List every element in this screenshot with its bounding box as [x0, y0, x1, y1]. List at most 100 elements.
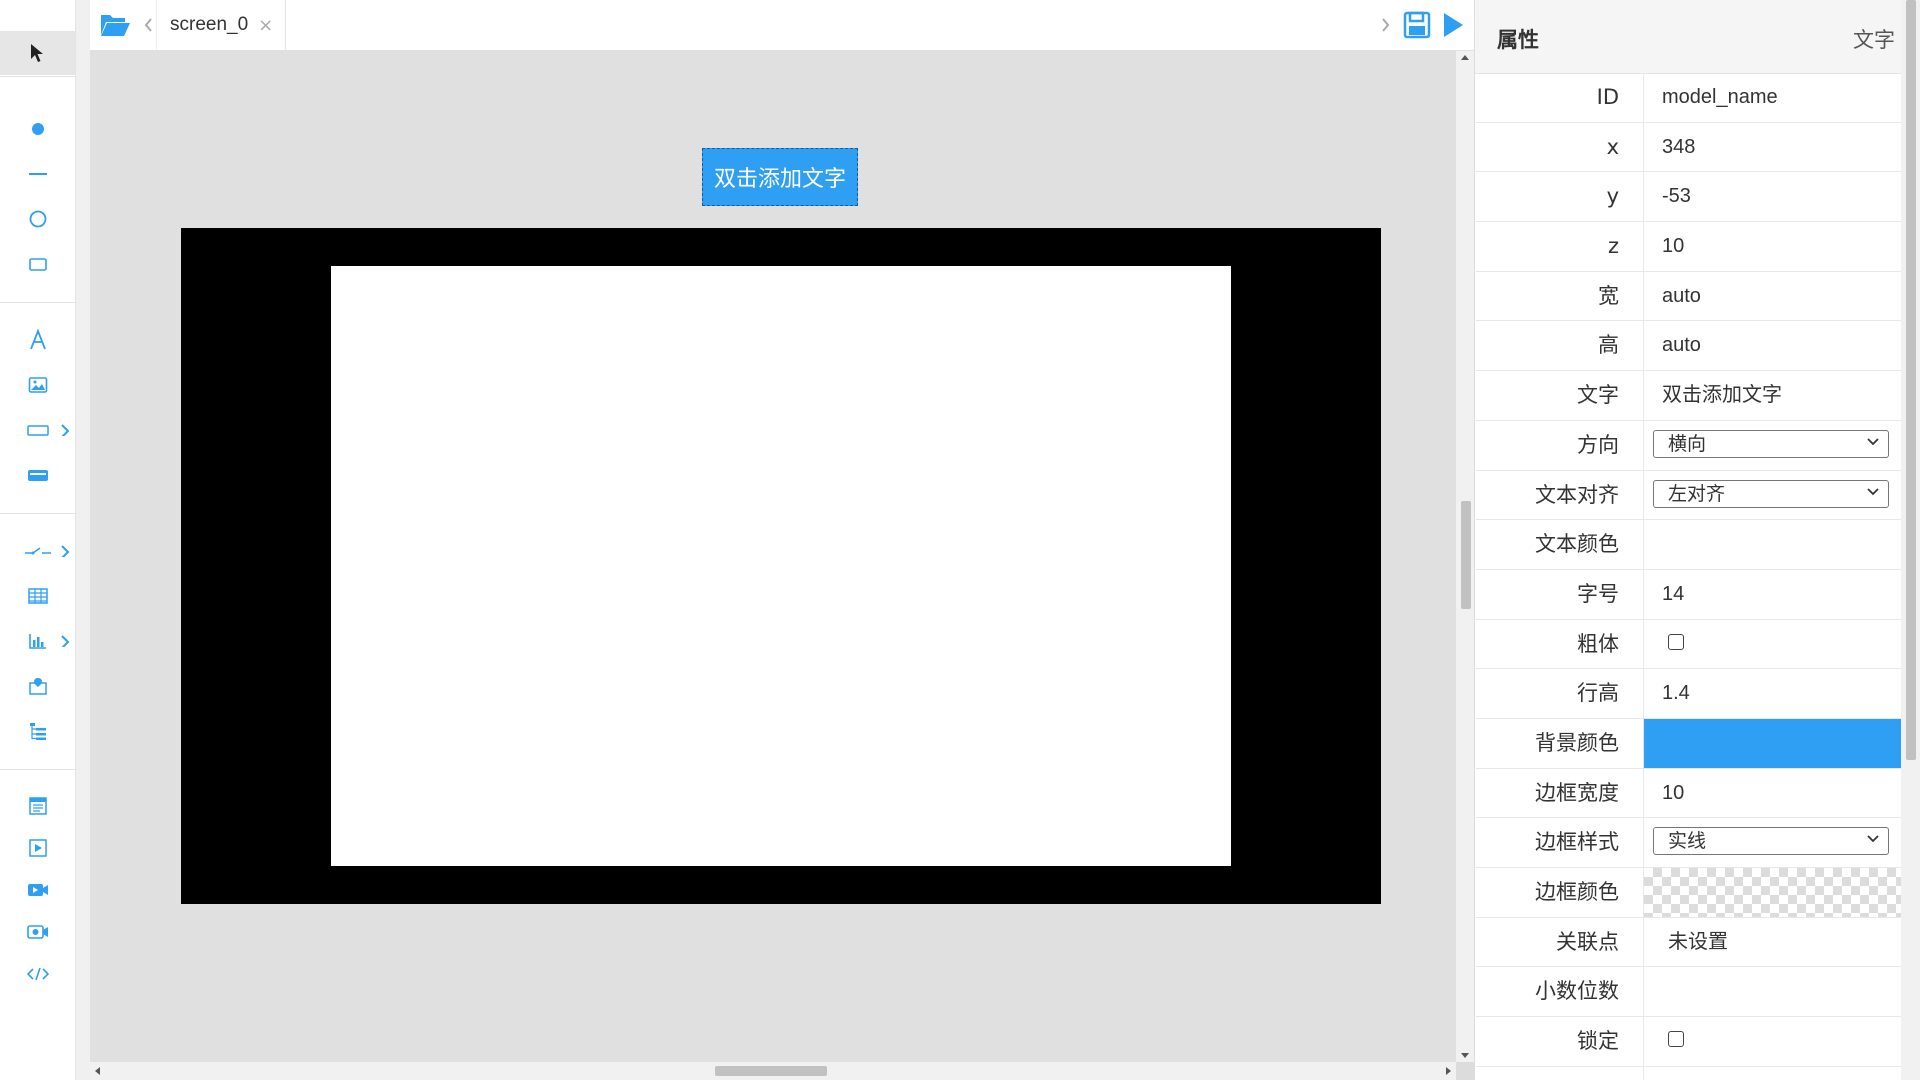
prop-bold-cell: [1644, 620, 1901, 669]
link-point-value[interactable]: 未设置: [1644, 918, 1901, 967]
prop-label: 隐藏: [1476, 1066, 1644, 1080]
screen-frame[interactable]: [181, 228, 1381, 904]
prop-row-bg-color: 背景颜色: [1476, 718, 1901, 769]
save-button[interactable]: [1400, 8, 1434, 42]
chevron-left-icon: [144, 18, 152, 32]
chevron-right-icon[interactable]: [60, 635, 70, 647]
scroll-up-arrow[interactable]: [1461, 55, 1469, 60]
prop-direction-cell: 横向: [1644, 421, 1901, 470]
prop-label: 背景颜色: [1476, 718, 1644, 768]
button-tool[interactable]: [0, 453, 75, 497]
image-tool[interactable]: [0, 363, 75, 407]
play-icon: [1444, 13, 1463, 37]
input-icon: [26, 425, 49, 436]
prop-row-width: 宽 auto: [1476, 271, 1901, 322]
prop-x-input[interactable]: 348: [1644, 123, 1901, 172]
prop-label: 边框宽度: [1476, 768, 1644, 818]
lock-checkbox[interactable]: [1668, 1031, 1684, 1048]
video-tool[interactable]: [0, 868, 75, 912]
close-icon[interactable]: ×: [258, 15, 273, 36]
scroll-down-arrow[interactable]: [1461, 1053, 1469, 1058]
prop-label: 边框样式: [1476, 818, 1644, 867]
chevron-down-icon: [1867, 487, 1879, 495]
chevron-down-icon: [1867, 835, 1879, 843]
text-align-select-value: 左对齐: [1668, 482, 1726, 505]
chevron-right-icon[interactable]: [60, 545, 70, 557]
run-button[interactable]: [1436, 8, 1470, 42]
prop-label: 文本对齐: [1476, 470, 1644, 520]
prop-id-input[interactable]: model_name: [1644, 73, 1901, 122]
scrollbar-thumb[interactable]: [1906, 0, 1916, 760]
prop-label: 锁定: [1476, 1017, 1644, 1066]
prop-row-bold: 粗体: [1476, 619, 1901, 670]
bold-checkbox[interactable]: [1668, 633, 1684, 650]
map-tool[interactable]: [0, 664, 75, 708]
tab-screen-0[interactable]: screen_0 ×: [158, 0, 287, 50]
canvas-vertical-scrollbar[interactable]: [1456, 51, 1474, 1062]
chevron-right-icon: [1382, 18, 1390, 32]
prop-lock-cell: [1644, 1017, 1901, 1066]
panel-header: 属性 文字: [1475, 0, 1901, 74]
prop-height-input[interactable]: auto: [1644, 321, 1901, 370]
prop-label: 边框颜色: [1476, 868, 1644, 917]
button-icon: [27, 470, 48, 481]
prop-decimals-input[interactable]: [1644, 967, 1901, 1016]
line-tool[interactable]: [0, 152, 75, 196]
camera-tool[interactable]: [0, 910, 75, 954]
chevron-right-icon[interactable]: [60, 424, 70, 436]
media-tool[interactable]: [0, 826, 75, 870]
tree-list-icon: [29, 723, 46, 740]
prop-label: 粗体: [1476, 619, 1644, 669]
design-canvas[interactable]: 双击添加文字: [90, 51, 1456, 1062]
top-toolbar: screen_0 ×: [90, 0, 1474, 51]
scrollbar-thumb[interactable]: [1461, 501, 1471, 609]
scroll-left-arrow[interactable]: [95, 1067, 100, 1075]
pointer-tool[interactable]: [0, 31, 75, 75]
scroll-right-arrow[interactable]: [1446, 1067, 1451, 1075]
video-icon: [27, 884, 48, 896]
property-table: ID model_name x 348 y -53 z 10 宽 auto 高 …: [1476, 73, 1901, 1080]
prop-label: 文字: [1476, 371, 1644, 420]
open-file-button[interactable]: [98, 8, 132, 42]
text-color-picker[interactable]: [1644, 520, 1901, 569]
text-widget[interactable]: 双击添加文字: [702, 148, 858, 206]
prop-font-size-input[interactable]: 14: [1644, 570, 1901, 619]
background-color-swatch[interactable]: [1644, 718, 1901, 768]
direction-select-value: 横向: [1668, 432, 1707, 455]
left-gutter: [76, 0, 90, 1080]
line-icon: [28, 173, 47, 175]
prop-y-input[interactable]: -53: [1644, 172, 1901, 221]
point-tool[interactable]: [0, 107, 75, 151]
prop-row-font-size: 字号 14: [1476, 569, 1901, 620]
direction-select[interactable]: 横向: [1653, 429, 1889, 458]
form-tool[interactable]: [0, 784, 75, 828]
canvas-horizontal-scrollbar[interactable]: [90, 1062, 1456, 1080]
text-align-select[interactable]: 左对齐: [1653, 479, 1889, 508]
prop-z-input[interactable]: 10: [1644, 222, 1901, 271]
table-tool[interactable]: [0, 574, 75, 618]
tab-scroll-right[interactable]: [1378, 0, 1394, 50]
screen-content[interactable]: [331, 266, 1231, 866]
circle-tool[interactable]: [0, 197, 75, 241]
border-color-swatch[interactable]: [1644, 868, 1901, 917]
chevron-down-icon: [1867, 438, 1879, 446]
panel-scrollbar[interactable]: [1901, 0, 1920, 1080]
code-tool[interactable]: [0, 952, 75, 996]
point-icon: [31, 123, 44, 135]
border-style-select[interactable]: 实线: [1653, 827, 1889, 856]
scrollbar-thumb[interactable]: [715, 1066, 827, 1076]
prop-label: x: [1476, 122, 1644, 172]
prop-width-input[interactable]: auto: [1644, 272, 1901, 321]
tool-palette: [0, 0, 76, 1080]
prop-border-style-cell: 实线: [1644, 818, 1901, 867]
tree-tool[interactable]: [0, 709, 75, 753]
prop-border-width-input[interactable]: 10: [1644, 769, 1901, 818]
rectangle-tool[interactable]: [0, 242, 75, 286]
prop-row-border-width: 边框宽度 10: [1476, 768, 1901, 819]
tab-scroll-left[interactable]: [140, 0, 157, 50]
element-type: 文字: [1853, 28, 1895, 52]
prop-row-text-color: 文本颜色: [1476, 520, 1901, 570]
prop-line-height-input[interactable]: 1.4: [1644, 669, 1901, 718]
text-tool[interactable]: [0, 318, 75, 362]
prop-text-input[interactable]: 双击添加文字: [1644, 371, 1901, 420]
